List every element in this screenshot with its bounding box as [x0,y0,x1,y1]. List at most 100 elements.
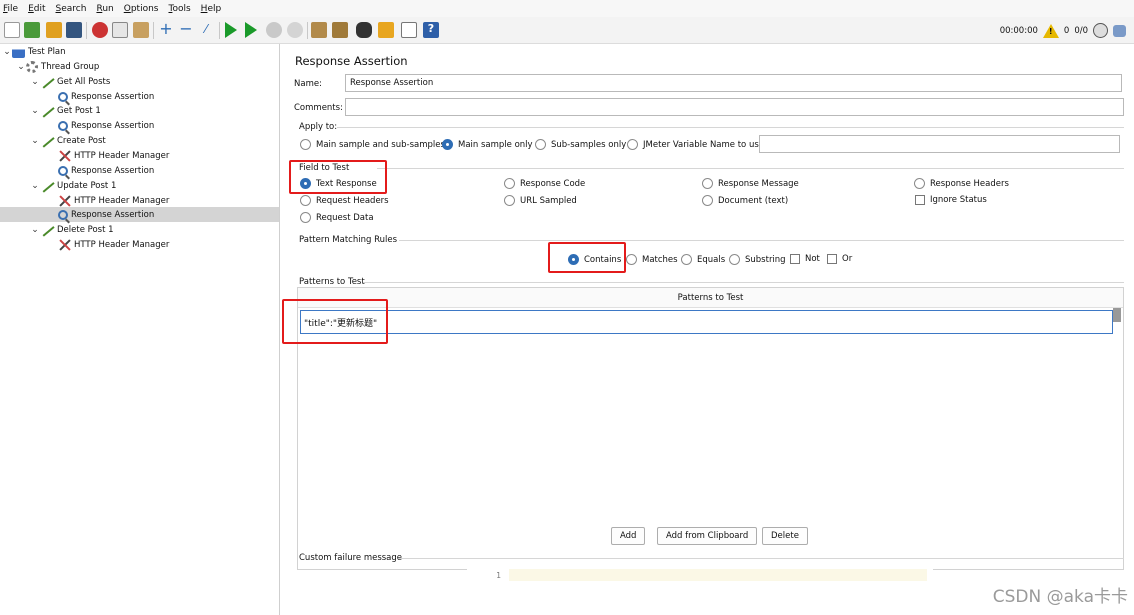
field-text-response-radio[interactable]: Text Response [300,178,377,189]
name-field[interactable]: Response Assertion [345,74,1122,92]
comments-label: Comments: [294,103,343,113]
clear-all-icon[interactable] [332,22,348,38]
patterns-column-header[interactable]: Patterns to Test [298,288,1123,308]
field-response-code-radio[interactable]: Response Code [504,178,585,189]
chevron-down-icon[interactable]: ⌄ [30,181,40,191]
shutdown-icon[interactable] [287,22,303,38]
tree-node-test-plan[interactable]: ⌄ Test Plan [2,44,66,59]
tree-node-thread-group[interactable]: ⌄ Thread Group [16,59,99,74]
header-manager-icon [58,150,71,162]
function-helper-icon[interactable] [401,22,417,38]
line-number: 1 [496,571,501,580]
divider [399,558,1124,559]
apply-main-only-radio[interactable]: Main sample only [442,139,533,150]
tree-node-http-header-manager[interactable]: HTTP Header Manager [58,237,169,252]
menu-tools[interactable]: Tools [168,4,190,14]
paste-icon[interactable] [133,22,149,38]
add-button[interactable]: Add [611,527,646,545]
divider [399,240,1124,241]
field-response-message-radio[interactable]: Response Message [702,178,799,189]
header-manager-icon [58,239,71,251]
jmeter-variable-input[interactable] [759,135,1120,153]
tree-node-create-post[interactable]: ⌄ Create Post [30,133,106,148]
search-icon[interactable] [356,22,372,38]
warning-icon[interactable]: ! [1042,23,1059,38]
rule-equals-radio[interactable]: Equals [681,254,725,265]
field-request-headers-radio[interactable]: Request Headers [300,195,389,206]
chevron-down-icon[interactable]: ⌄ [30,77,40,87]
tree-node-update-post-1[interactable]: ⌄ Update Post 1 [30,178,116,193]
tree-node-http-header-manager[interactable]: HTTP Header Manager [58,193,169,208]
copy-icon[interactable] [112,22,128,38]
failure-message-editor[interactable]: 1 [467,569,933,614]
stop-icon[interactable] [266,22,282,38]
help-icon[interactable]: ? [423,22,439,38]
start-no-pause-icon[interactable] [245,22,257,38]
tree-node-get-post-1[interactable]: ⌄ Get Post 1 [30,103,101,118]
tree-node-label: Create Post [57,135,106,146]
apply-main-and-sub-radio[interactable]: Main sample and sub-samples [300,139,445,150]
tree-node-response-assertion[interactable]: Response Assertion [58,163,154,178]
log-viewer-icon[interactable] [1113,24,1126,37]
radio-icon [442,139,453,150]
table-scrollbar[interactable] [1113,308,1121,322]
apply-sub-only-radio[interactable]: Sub-samples only [535,139,626,150]
add-from-clipboard-button[interactable]: Add from Clipboard [657,527,758,545]
toggle-icon[interactable]: ⁄ [198,22,214,38]
radio-icon [504,178,515,189]
chevron-down-icon[interactable]: ⌄ [30,106,40,116]
delete-button[interactable]: Delete [762,527,808,545]
tree-node-get-all-posts[interactable]: ⌄ Get All Posts [30,74,110,89]
checkbox-icon [827,254,837,264]
menu-help[interactable]: Help [201,4,222,14]
remote-globe-icon[interactable] [1093,23,1108,38]
panel-title: Response Assertion [295,54,408,68]
field-document-text-radio[interactable]: Document (text) [702,195,788,206]
menu-run[interactable]: Run [96,4,113,14]
templates-icon[interactable] [24,22,40,38]
save-icon[interactable] [66,22,82,38]
tree-node-delete-post-1[interactable]: ⌄ Delete Post 1 [30,222,114,237]
radio-label: Request Data [316,212,374,223]
rule-or-checkbox[interactable]: Or [827,254,852,264]
field-url-sampled-radio[interactable]: URL Sampled [504,195,577,206]
menu-edit[interactable]: Edit [28,4,45,14]
field-response-headers-radio[interactable]: Response Headers [914,178,1009,189]
chevron-down-icon[interactable]: ⌄ [2,47,12,57]
tree-node-response-assertion[interactable]: Response Assertion [58,89,154,104]
rule-matches-radio[interactable]: Matches [626,254,678,265]
rule-contains-radio[interactable]: Contains [568,254,621,265]
cut-icon[interactable] [92,22,108,38]
rule-not-checkbox[interactable]: Not [790,254,820,264]
chevron-down-icon[interactable]: ⌄ [16,62,26,72]
start-icon[interactable] [225,22,237,38]
rule-substring-radio[interactable]: Substring [729,254,786,265]
patterns-label: Patterns to Test [299,277,365,287]
open-icon[interactable] [46,22,62,38]
tree-node-http-header-manager[interactable]: HTTP Header Manager [58,148,169,163]
comments-field[interactable] [345,98,1124,116]
clear-icon[interactable] [311,22,327,38]
new-icon[interactable] [4,22,20,38]
apply-jmeter-variable-radio[interactable]: JMeter Variable Name to use [627,139,764,150]
radio-label: Matches [642,254,678,265]
ignore-status-checkbox[interactable]: Ignore Status [915,195,987,205]
chevron-down-icon[interactable]: ⌄ [30,225,40,235]
radio-icon [914,178,925,189]
radio-icon [681,254,692,265]
field-request-data-radio[interactable]: Request Data [300,212,374,223]
reset-search-icon[interactable] [378,22,394,38]
chevron-down-icon[interactable]: ⌄ [30,136,40,146]
menu-search[interactable]: Search [56,4,87,14]
tree-node-response-assertion-selected[interactable]: Response Assertion [0,207,279,222]
collapse-icon[interactable]: − [178,21,194,38]
menu-file[interactable]: File [3,4,18,14]
test-plan-tree: ⌄ Test Plan ⌄ Thread Group ⌄ Get All Pos… [0,44,280,615]
menu-options[interactable]: Options [124,4,159,14]
tree-node-response-assertion[interactable]: Response Assertion [58,118,154,133]
editor-current-line[interactable] [509,569,927,581]
expand-icon[interactable]: + [158,21,174,38]
gear-icon [26,60,38,73]
pattern-row[interactable]: "title":"更新标题" [300,310,1113,334]
radio-label: JMeter Variable Name to use [643,139,765,150]
